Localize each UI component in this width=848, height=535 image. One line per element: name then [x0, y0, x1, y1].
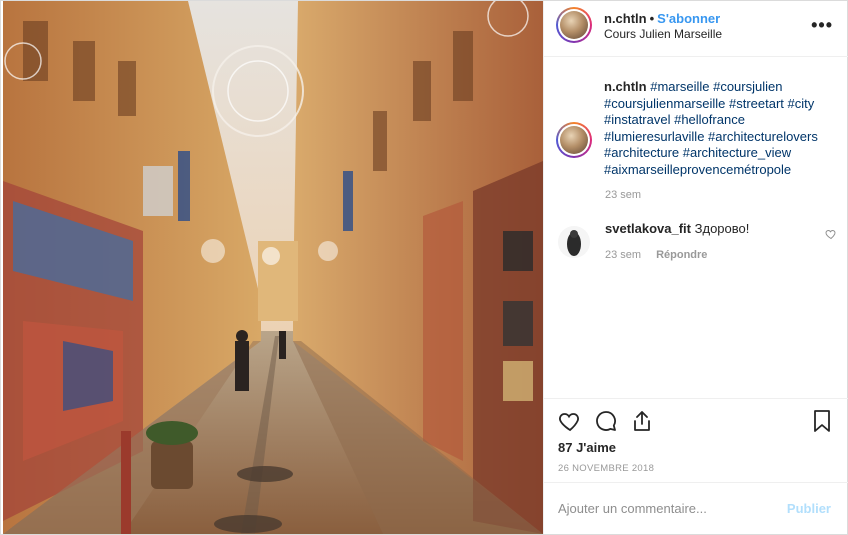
post-location[interactable]: Cours Julien Marseille: [604, 27, 722, 41]
author-avatar[interactable]: [556, 7, 592, 43]
comment-time: 23 sem: [605, 249, 642, 261]
street-photo-illustration: [3, 1, 543, 534]
comment-icon[interactable]: [594, 409, 618, 433]
commenter-avatar[interactable]: [558, 226, 590, 258]
follow-button[interactable]: S'abonner: [657, 11, 720, 26]
caption-text: n.chtln #marseille #coursjulien #coursju…: [604, 79, 839, 178]
caption-time: 23 sem: [605, 189, 642, 201]
post-actions: [544, 398, 848, 442]
post-date: 26 NOVEMBRE 2018: [558, 463, 655, 474]
commenter-username[interactable]: svetlakova_fit: [605, 221, 691, 236]
separator-dot: •: [649, 11, 655, 26]
post-header: n.chtln • S'abonner Cours Julien Marseille…: [544, 1, 848, 57]
publish-button[interactable]: Publier: [787, 501, 831, 516]
caption-avatar[interactable]: [556, 122, 592, 158]
author-line: n.chtln • S'abonner: [604, 11, 720, 26]
instagram-post: n.chtln • S'abonner Cours Julien Marseille…: [0, 0, 848, 535]
comment-text: svetlakova_fit Здорово!: [605, 221, 749, 236]
comment-input[interactable]: Ajouter un commentaire...: [558, 501, 707, 516]
comment-meta: 23 sem Répondre: [605, 249, 707, 261]
post-side-panel: n.chtln • S'abonner Cours Julien Marseille…: [543, 1, 848, 534]
reply-button[interactable]: Répondre: [656, 249, 707, 261]
likes-count[interactable]: 87 J'aime: [558, 440, 616, 455]
add-comment-bar: Ajouter un commentaire... Publier: [544, 482, 848, 534]
caption-username[interactable]: n.chtln: [604, 79, 647, 94]
comment-heart-icon[interactable]: [825, 228, 837, 240]
more-options-icon[interactable]: •••: [811, 15, 833, 36]
heart-icon[interactable]: [558, 409, 582, 433]
post-photo[interactable]: [3, 1, 543, 534]
comments-section: n.chtln #marseille #coursjulien #coursju…: [544, 58, 848, 398]
author-username[interactable]: n.chtln: [604, 11, 647, 26]
comment-body: Здорово!: [694, 221, 750, 236]
share-icon[interactable]: [630, 409, 654, 433]
commenter-avatar-image: [558, 226, 590, 258]
bookmark-icon[interactable]: [810, 409, 834, 433]
